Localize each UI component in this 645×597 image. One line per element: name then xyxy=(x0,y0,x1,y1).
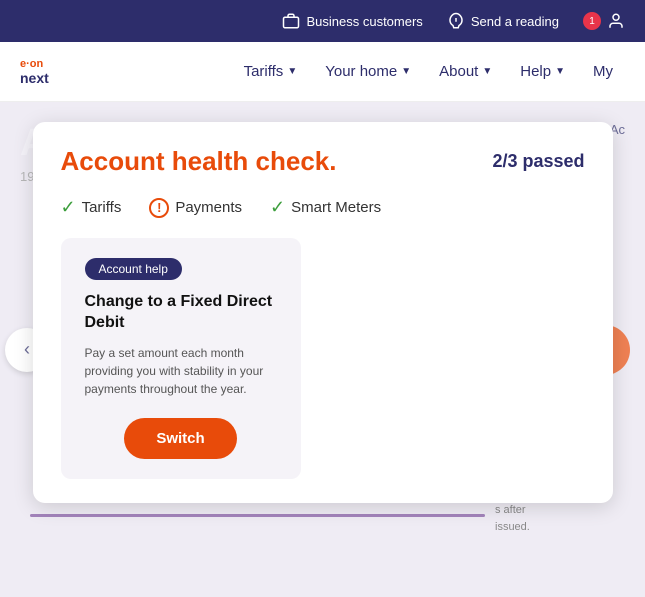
health-score: 2/3 passed xyxy=(492,151,584,172)
switch-button[interactable]: Switch xyxy=(124,418,236,459)
chevron-down-icon: ▼ xyxy=(287,66,297,77)
top-bar: Business customers Send a reading 1 xyxy=(0,0,645,42)
nav-my-label: My xyxy=(593,63,613,80)
checkmark-icon: ✓ xyxy=(61,197,76,218)
health-card-header: Account health check. 2/3 passed xyxy=(61,146,585,177)
check-smart-meters-label: Smart Meters xyxy=(291,199,381,216)
checkmark-icon: ✓ xyxy=(270,197,285,218)
recommendation-card: Account help Change to a Fixed Direct De… xyxy=(61,238,301,479)
send-reading-label: Send a reading xyxy=(471,14,559,29)
nav-about[interactable]: About ▼ xyxy=(427,55,504,88)
check-tariffs-label: Tariffs xyxy=(82,199,122,216)
nav-tariffs-label: Tariffs xyxy=(244,63,284,80)
account-help-badge: Account help xyxy=(85,258,182,280)
health-check-card: Account health check. 2/3 passed ✓ Tarif… xyxy=(33,122,613,503)
nav-help[interactable]: Help ▼ xyxy=(508,55,577,88)
main-nav: e·on next Tariffs ▼ Your home ▼ About ▼ … xyxy=(0,42,645,102)
warning-icon: ! xyxy=(149,198,169,218)
check-payments: ! Payments xyxy=(149,198,242,218)
check-payments-label: Payments xyxy=(175,199,242,216)
logo[interactable]: e·on next xyxy=(20,58,49,86)
nav-my[interactable]: My xyxy=(581,55,625,88)
chevron-down-icon: ▼ xyxy=(482,66,492,77)
nav-about-label: About xyxy=(439,63,478,80)
check-smart-meters: ✓ Smart Meters xyxy=(270,197,381,218)
send-reading-link[interactable]: Send a reading xyxy=(447,12,559,30)
rec-description: Pay a set amount each month providing yo… xyxy=(85,344,277,398)
notification-icon[interactable]: 1 xyxy=(583,12,625,30)
page-background: Ac 192 G Ac t paym payme ment is s after… xyxy=(0,102,645,597)
logo-name: next xyxy=(20,70,49,86)
nav-your-home-label: Your home xyxy=(325,63,397,80)
health-check-title: Account health check. xyxy=(61,146,337,177)
health-checks: ✓ Tariffs ! Payments ✓ Smart Meters xyxy=(61,197,585,218)
nav-items: Tariffs ▼ Your home ▼ About ▼ Help ▼ My xyxy=(232,55,625,88)
notification-badge: 1 xyxy=(583,12,601,30)
business-customers-label: Business customers xyxy=(306,14,422,29)
nav-tariffs[interactable]: Tariffs ▼ xyxy=(232,55,310,88)
chevron-down-icon: ▼ xyxy=(401,66,411,77)
business-customers-link[interactable]: Business customers xyxy=(282,12,422,30)
rec-title: Change to a Fixed Direct Debit xyxy=(85,292,277,334)
modal-overlay: Account health check. 2/3 passed ✓ Tarif… xyxy=(0,102,645,597)
nav-your-home[interactable]: Your home ▼ xyxy=(313,55,423,88)
chevron-down-icon: ▼ xyxy=(555,66,565,77)
check-tariffs: ✓ Tariffs xyxy=(61,197,122,218)
nav-help-label: Help xyxy=(520,63,551,80)
